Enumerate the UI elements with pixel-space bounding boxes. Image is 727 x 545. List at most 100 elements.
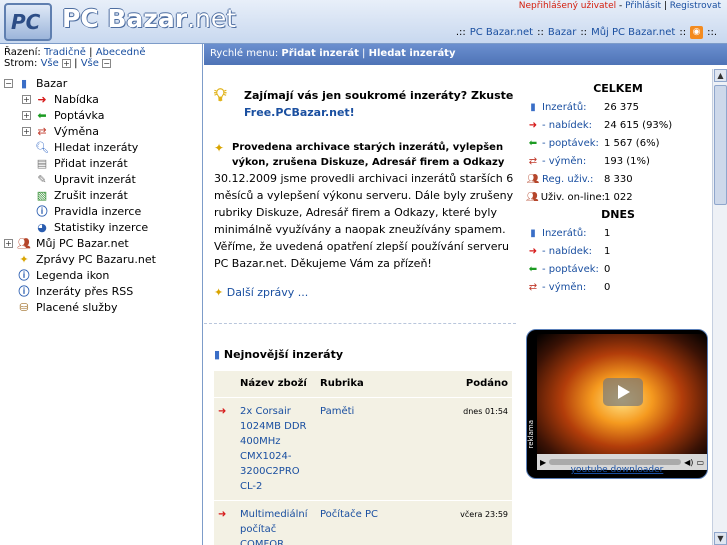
video-thumbnail[interactable]	[537, 334, 707, 454]
sidebar-item-my[interactable]: + 👥︎ Můj PC Bazar.net	[4, 235, 202, 251]
sidebar-item-news[interactable]: ✦ Zprávy PC Bazaru.net	[4, 251, 202, 267]
newest-title: ▮ Nejnovější inzeráty	[214, 348, 344, 361]
stats-row: ⇄ - výměn: 193 (1%)	[526, 152, 710, 170]
play-icon[interactable]	[603, 378, 643, 406]
sidebar-item-demand[interactable]: + ⬅ Poptávka	[4, 107, 202, 123]
magnifier-icon: 🔍︎	[35, 140, 49, 154]
arrow-right-icon: ➜	[528, 119, 538, 131]
quick-add-link[interactable]: Přidat inzerát	[281, 48, 358, 59]
coins-icon: ⛁	[19, 300, 29, 314]
table-row[interactable]: ➜ 2x Corsair 1024MB DDR 400MHz CMX1024-3…	[214, 396, 512, 500]
star-icon: ✦	[214, 286, 224, 299]
stats-row: ▮ Inzerátů: 1	[526, 224, 710, 242]
sidebar: Řazení: Tradičně | Abecedně Strom: Vše +…	[0, 44, 203, 545]
newest-table: Název zboží Rubrika Podáno ➜ 2x Corsair …	[214, 371, 512, 545]
promo-link[interactable]: Free.PCBazar.net!	[244, 106, 355, 119]
arrow-right-icon: ➜	[37, 92, 47, 106]
more-news[interactable]: ✦ Další zprávy ...	[214, 286, 308, 299]
document-delete-icon: ▧	[36, 188, 48, 202]
computer-icon: ▮	[20, 76, 28, 90]
expand-icon[interactable]: +	[22, 110, 31, 120]
document-edit-icon: ✎	[37, 172, 47, 186]
sort-traditional-link[interactable]: Tradičně	[44, 47, 86, 58]
quick-search-link[interactable]: Hledat inzeráty	[369, 48, 456, 59]
stats-row: 👥︎ Reg. uživ.: 8 330	[526, 173, 633, 185]
sort-controls: Řazení: Tradičně | Abecedně Strom: Vše +…	[4, 47, 146, 69]
news-body: 30.12.2009 jsme provedli archivaci inzer…	[214, 172, 514, 270]
nav-tree: − ▮ Bazar + ➜ Nabídka + ⬅ Poptávka + ⇄ V…	[0, 69, 202, 315]
sidebar-item-legend[interactable]: ⓘ Legenda ikon	[4, 267, 202, 283]
scroll-up-icon[interactable]: ▲	[714, 69, 727, 82]
info-icon: ⓘ	[18, 285, 30, 298]
expand-icon[interactable]: +	[4, 238, 13, 248]
star-icon: ✦	[19, 252, 29, 266]
divider	[204, 323, 516, 324]
expand-icon[interactable]: +	[22, 126, 31, 136]
more-news-link[interactable]: Další zprávy ...	[227, 286, 309, 299]
register-link[interactable]: Registrovat	[670, 1, 721, 11]
stats-row: 👥︎ Uživ. on-line: 1 022	[526, 191, 633, 203]
video-ad[interactable]: reklama ▶ ◀) ▭	[526, 329, 708, 479]
expand-icon[interactable]: +	[22, 94, 31, 104]
sidebar-item-offer[interactable]: + ➜ Nabídka	[4, 91, 202, 107]
arrow-right-icon: ➜	[214, 396, 236, 500]
nav-home-link[interactable]: PC Bazar.net	[470, 27, 533, 38]
lightbulb-icon: 💡︎	[214, 85, 227, 106]
expand-all-link[interactable]: Vše	[41, 58, 59, 69]
stats-row: ▮ Inzerátů: 26 375	[526, 98, 710, 116]
news-item: ✦ Provedena archivace starých inzerátů, v…	[214, 140, 514, 272]
scrollbar[interactable]: ▲ ▼	[712, 69, 727, 545]
collapse-all-link[interactable]: Vše	[81, 58, 99, 69]
sidebar-item-paid[interactable]: ⛁ Placené služby	[4, 299, 202, 315]
expand-icon[interactable]: +	[61, 59, 71, 68]
nav-bazar-link[interactable]: Bazar	[548, 27, 576, 38]
arrow-left-icon: ⬅	[37, 108, 47, 122]
promo-box: 💡︎ Zajímají vás jen soukromé inzeráty? Z…	[214, 85, 514, 120]
nav-my-link[interactable]: Můj PC Bazar.net	[591, 27, 675, 38]
rss-icon[interactable]: ◉	[690, 26, 704, 39]
arrow-left-icon: ⬅	[528, 137, 538, 149]
sidebar-item-edit[interactable]: ✎ Upravit inzerát	[4, 171, 202, 187]
stats-total-title: CELKEM	[593, 82, 643, 95]
sidebar-item-statistics[interactable]: ◕ Statistiky inzerce	[4, 219, 202, 235]
header-nav: .:: PC Bazar.net :: Bazar :: Můj PC Baza…	[455, 26, 717, 39]
computer-icon: ▮	[530, 227, 536, 239]
users-icon: 👥︎	[526, 173, 540, 185]
collapse-icon[interactable]: −	[4, 78, 13, 88]
stats-row: ⬅ - poptávek: 1 567 (6%)	[526, 134, 710, 152]
computer-icon: ▮	[214, 348, 221, 361]
sidebar-item-delete[interactable]: ▧ Zrušit inzerát	[4, 187, 202, 203]
category-link[interactable]: Paměti	[320, 406, 354, 417]
scroll-thumb[interactable]	[714, 85, 727, 205]
sidebar-item-rss[interactable]: ⓘ Inzeráty přes RSS	[4, 283, 202, 299]
info-icon: ⓘ	[18, 269, 30, 282]
users-icon: 👥︎	[526, 191, 539, 203]
user-status-bar: Nepřihlášený uživatel - Přihlásit | Regi…	[518, 1, 721, 11]
listing-time: včera 23:59	[446, 499, 512, 545]
scroll-down-icon[interactable]: ▼	[714, 532, 727, 545]
collapse-icon[interactable]: −	[102, 59, 112, 68]
info-icon: ⓘ	[36, 205, 48, 218]
site-title[interactable]: PC Bazar.net	[62, 4, 236, 33]
sidebar-item-rules[interactable]: ⓘ Pravidla inzerce	[4, 203, 202, 219]
table-row[interactable]: ➜ Multimediální počítač COMFOR Počítače …	[214, 499, 512, 545]
listing-link[interactable]: 2x Corsair 1024MB DDR 400MHz CMX1024-320…	[240, 406, 306, 492]
sidebar-item-search[interactable]: 🔍︎ Hledat inzeráty	[4, 139, 202, 155]
globe-icon: ◕	[37, 220, 47, 234]
arrow-left-icon: ⬅	[528, 263, 538, 275]
sort-alpha-link[interactable]: Abecedně	[96, 47, 146, 58]
sidebar-item-add[interactable]: ▤ Přidat inzerát	[4, 155, 202, 171]
stats-row: ➜ - nabídek: 24 615 (93%)	[526, 116, 710, 134]
logo-icon[interactable]: PC	[4, 3, 52, 41]
login-link[interactable]: Přihlásit	[625, 1, 661, 11]
stats-row: ➜ - nabídek: 1	[526, 242, 710, 260]
arrow-right-icon: ➜	[528, 245, 538, 257]
listing-link[interactable]: Multimediální počítač COMFOR	[240, 509, 308, 545]
stats-row: ⬅ - poptávek: 0	[526, 260, 710, 278]
sidebar-item-exchange[interactable]: + ⇄ Výměna	[4, 123, 202, 139]
stats-today-title: DNES	[601, 208, 635, 221]
sidebar-item-bazar[interactable]: − ▮ Bazar	[4, 75, 202, 91]
news-title: ✦ Provedena archivace starých inzerátů, v…	[214, 141, 505, 168]
category-link[interactable]: Počítače PC	[320, 509, 378, 520]
ad-link[interactable]: youtube downloader	[526, 465, 708, 475]
